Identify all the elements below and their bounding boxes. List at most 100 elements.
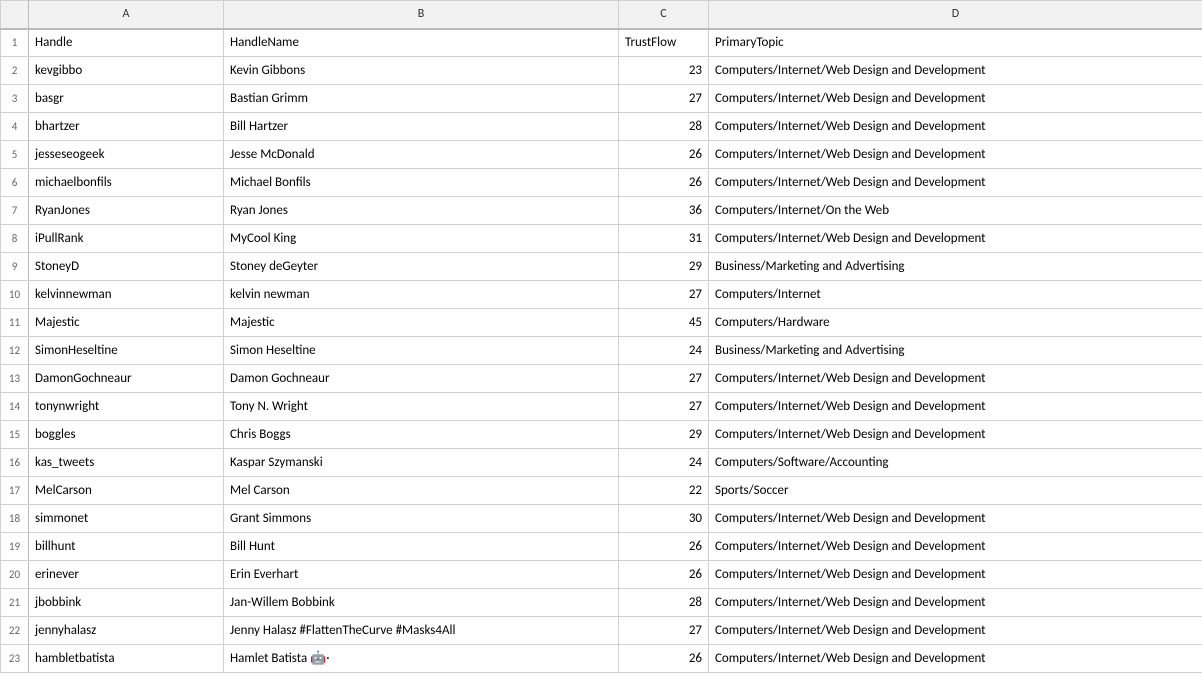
table-row[interactable]: 22jennyhalaszJenny Halasz #FlattenTheCur… bbox=[1, 617, 1202, 645]
table-row[interactable]: 1HandleHandleNameTrustFlowPrimaryTopic bbox=[1, 29, 1202, 57]
cell-handlename[interactable]: Grant Simmons bbox=[224, 505, 619, 533]
cell-trustflow[interactable]: 22 bbox=[619, 477, 709, 505]
cell-trustflow[interactable]: TrustFlow bbox=[619, 29, 709, 57]
cell-trustflow[interactable]: 26 bbox=[619, 169, 709, 197]
cell-handle[interactable]: simmonet bbox=[29, 505, 224, 533]
cell-trustflow[interactable]: 26 bbox=[619, 561, 709, 589]
cell-handle[interactable]: StoneyD bbox=[29, 253, 224, 281]
table-row[interactable]: 15bogglesChris Boggs29Computers/Internet… bbox=[1, 421, 1202, 449]
table-row[interactable]: 8iPullRankMyCool King31Computers/Interne… bbox=[1, 225, 1202, 253]
cell-handlename[interactable]: Jan-Willem Bobbink bbox=[224, 589, 619, 617]
cell-primarytopic[interactable]: Computers/Internet/Web Design and Develo… bbox=[709, 505, 1202, 533]
cell-trustflow[interactable]: 36 bbox=[619, 197, 709, 225]
cell-primarytopic[interactable]: Business/Marketing and Advertising bbox=[709, 253, 1202, 281]
cell-handlename[interactable]: Mel Carson bbox=[224, 477, 619, 505]
cell-handle[interactable]: erinever bbox=[29, 561, 224, 589]
cell-handle[interactable]: basgr bbox=[29, 85, 224, 113]
cell-handlename[interactable]: Jesse McDonald bbox=[224, 141, 619, 169]
cell-trustflow[interactable]: 23 bbox=[619, 57, 709, 85]
cell-primarytopic[interactable]: Computers/Internet/Web Design and Develo… bbox=[709, 141, 1202, 169]
cell-handle[interactable]: jbobbink bbox=[29, 589, 224, 617]
cell-handle[interactable]: MelCarson bbox=[29, 477, 224, 505]
cell-handle[interactable]: DamonGochneaur bbox=[29, 365, 224, 393]
cell-primarytopic[interactable]: Computers/Internet/Web Design and Develo… bbox=[709, 617, 1202, 645]
col-header-d[interactable]: D bbox=[709, 1, 1202, 29]
cell-trustflow[interactable]: 28 bbox=[619, 589, 709, 617]
cell-trustflow[interactable]: 31 bbox=[619, 225, 709, 253]
cell-handle[interactable]: jesseseogeek bbox=[29, 141, 224, 169]
cell-primarytopic[interactable]: Business/Marketing and Advertising bbox=[709, 337, 1202, 365]
cell-handlename[interactable]: HandleName bbox=[224, 29, 619, 57]
table-row[interactable]: 3basgrBastian Grimm27Computers/Internet/… bbox=[1, 85, 1202, 113]
cell-handlename[interactable]: Stoney deGeyter bbox=[224, 253, 619, 281]
cell-handle[interactable]: Majestic bbox=[29, 309, 224, 337]
cell-primarytopic[interactable]: Computers/Internet/On the Web bbox=[709, 197, 1202, 225]
cell-primarytopic[interactable]: Computers/Internet/Web Design and Develo… bbox=[709, 561, 1202, 589]
cell-handlename[interactable]: Hamlet Batista 🤖· bbox=[224, 645, 619, 673]
cell-trustflow[interactable]: 45 bbox=[619, 309, 709, 337]
cell-primarytopic[interactable]: Sports/Soccer bbox=[709, 477, 1202, 505]
cell-handlename[interactable]: Bill Hartzer bbox=[224, 113, 619, 141]
table-row[interactable]: 20erineverErin Everhart26Computers/Inter… bbox=[1, 561, 1202, 589]
cell-handle[interactable]: SimonHeseltine bbox=[29, 337, 224, 365]
table-row[interactable]: 13DamonGochneaurDamon Gochneaur27Compute… bbox=[1, 365, 1202, 393]
cell-primarytopic[interactable]: Computers/Internet/Web Design and Develo… bbox=[709, 533, 1202, 561]
cell-trustflow[interactable]: 24 bbox=[619, 449, 709, 477]
cell-primarytopic[interactable]: Computers/Internet bbox=[709, 281, 1202, 309]
cell-primarytopic[interactable]: Computers/Internet/Web Design and Develo… bbox=[709, 645, 1202, 673]
cell-primarytopic[interactable]: Computers/Internet/Web Design and Develo… bbox=[709, 57, 1202, 85]
cell-primarytopic[interactable]: Computers/Internet/Web Design and Develo… bbox=[709, 365, 1202, 393]
cell-handlename[interactable]: Michael Bonfils bbox=[224, 169, 619, 197]
cell-handlename[interactable]: Damon Gochneaur bbox=[224, 365, 619, 393]
cell-handlename[interactable]: Jenny Halasz #FlattenTheCurve #Masks4All bbox=[224, 617, 619, 645]
cell-trustflow[interactable]: 24 bbox=[619, 337, 709, 365]
cell-handlename[interactable]: Kaspar Szymanski bbox=[224, 449, 619, 477]
cell-trustflow[interactable]: 29 bbox=[619, 253, 709, 281]
cell-primarytopic[interactable]: Computers/Internet/Web Design and Develo… bbox=[709, 393, 1202, 421]
cell-primarytopic[interactable]: PrimaryTopic bbox=[709, 29, 1202, 57]
table-row[interactable]: 2kevgibboKevin Gibbons23Computers/Intern… bbox=[1, 57, 1202, 85]
col-header-a[interactable]: A bbox=[29, 1, 224, 29]
table-row[interactable]: 23hambletbatistaHamlet Batista 🤖·26Compu… bbox=[1, 645, 1202, 673]
cell-handle[interactable]: kas_tweets bbox=[29, 449, 224, 477]
cell-handle[interactable]: Handle bbox=[29, 29, 224, 57]
cell-trustflow[interactable]: 29 bbox=[619, 421, 709, 449]
table-row[interactable]: 14tonynwrightTony N. Wright27Computers/I… bbox=[1, 393, 1202, 421]
cell-primarytopic[interactable]: Computers/Hardware bbox=[709, 309, 1202, 337]
cell-handle[interactable]: michaelbonfils bbox=[29, 169, 224, 197]
cell-trustflow[interactable]: 26 bbox=[619, 533, 709, 561]
cell-handle[interactable]: hambletbatista bbox=[29, 645, 224, 673]
table-row[interactable]: 18simmonetGrant Simmons30Computers/Inter… bbox=[1, 505, 1202, 533]
cell-handle[interactable]: kevgibbo bbox=[29, 57, 224, 85]
cell-trustflow[interactable]: 27 bbox=[619, 365, 709, 393]
cell-trustflow[interactable]: 28 bbox=[619, 113, 709, 141]
cell-handlename[interactable]: Ryan Jones bbox=[224, 197, 619, 225]
cell-handlename[interactable]: Bill Hunt bbox=[224, 533, 619, 561]
cell-handlename[interactable]: Bastian Grimm bbox=[224, 85, 619, 113]
cell-trustflow[interactable]: 30 bbox=[619, 505, 709, 533]
cell-handle[interactable]: tonynwright bbox=[29, 393, 224, 421]
cell-trustflow[interactable]: 27 bbox=[619, 85, 709, 113]
cell-primarytopic[interactable]: Computers/Internet/Web Design and Develo… bbox=[709, 169, 1202, 197]
table-row[interactable]: 19billhuntBill Hunt26Computers/Internet/… bbox=[1, 533, 1202, 561]
cell-handlename[interactable]: Erin Everhart bbox=[224, 561, 619, 589]
table-row[interactable]: 12SimonHeseltineSimon Heseltine24Busines… bbox=[1, 337, 1202, 365]
cell-handle[interactable]: RyanJones bbox=[29, 197, 224, 225]
col-header-c[interactable]: C bbox=[619, 1, 709, 29]
cell-handlename[interactable]: kelvin newman bbox=[224, 281, 619, 309]
cell-trustflow[interactable]: 26 bbox=[619, 645, 709, 673]
cell-handle[interactable]: boggles bbox=[29, 421, 224, 449]
table-row[interactable]: 10kelvinnewmankelvin newman27Computers/I… bbox=[1, 281, 1202, 309]
cell-primarytopic[interactable]: Computers/Internet/Web Design and Develo… bbox=[709, 85, 1202, 113]
cell-handlename[interactable]: Simon Heseltine bbox=[224, 337, 619, 365]
cell-handle[interactable]: billhunt bbox=[29, 533, 224, 561]
cell-trustflow[interactable]: 27 bbox=[619, 617, 709, 645]
table-row[interactable]: 21jbobbinkJan-Willem Bobbink28Computers/… bbox=[1, 589, 1202, 617]
cell-handle[interactable]: jennyhalasz bbox=[29, 617, 224, 645]
cell-handlename[interactable]: Chris Boggs bbox=[224, 421, 619, 449]
cell-trustflow[interactable]: 27 bbox=[619, 393, 709, 421]
cell-primarytopic[interactable]: Computers/Internet/Web Design and Develo… bbox=[709, 589, 1202, 617]
table-row[interactable]: 5jesseseogeekJesse McDonald26Computers/I… bbox=[1, 141, 1202, 169]
cell-handle[interactable]: kelvinnewman bbox=[29, 281, 224, 309]
cell-handlename[interactable]: Majestic bbox=[224, 309, 619, 337]
